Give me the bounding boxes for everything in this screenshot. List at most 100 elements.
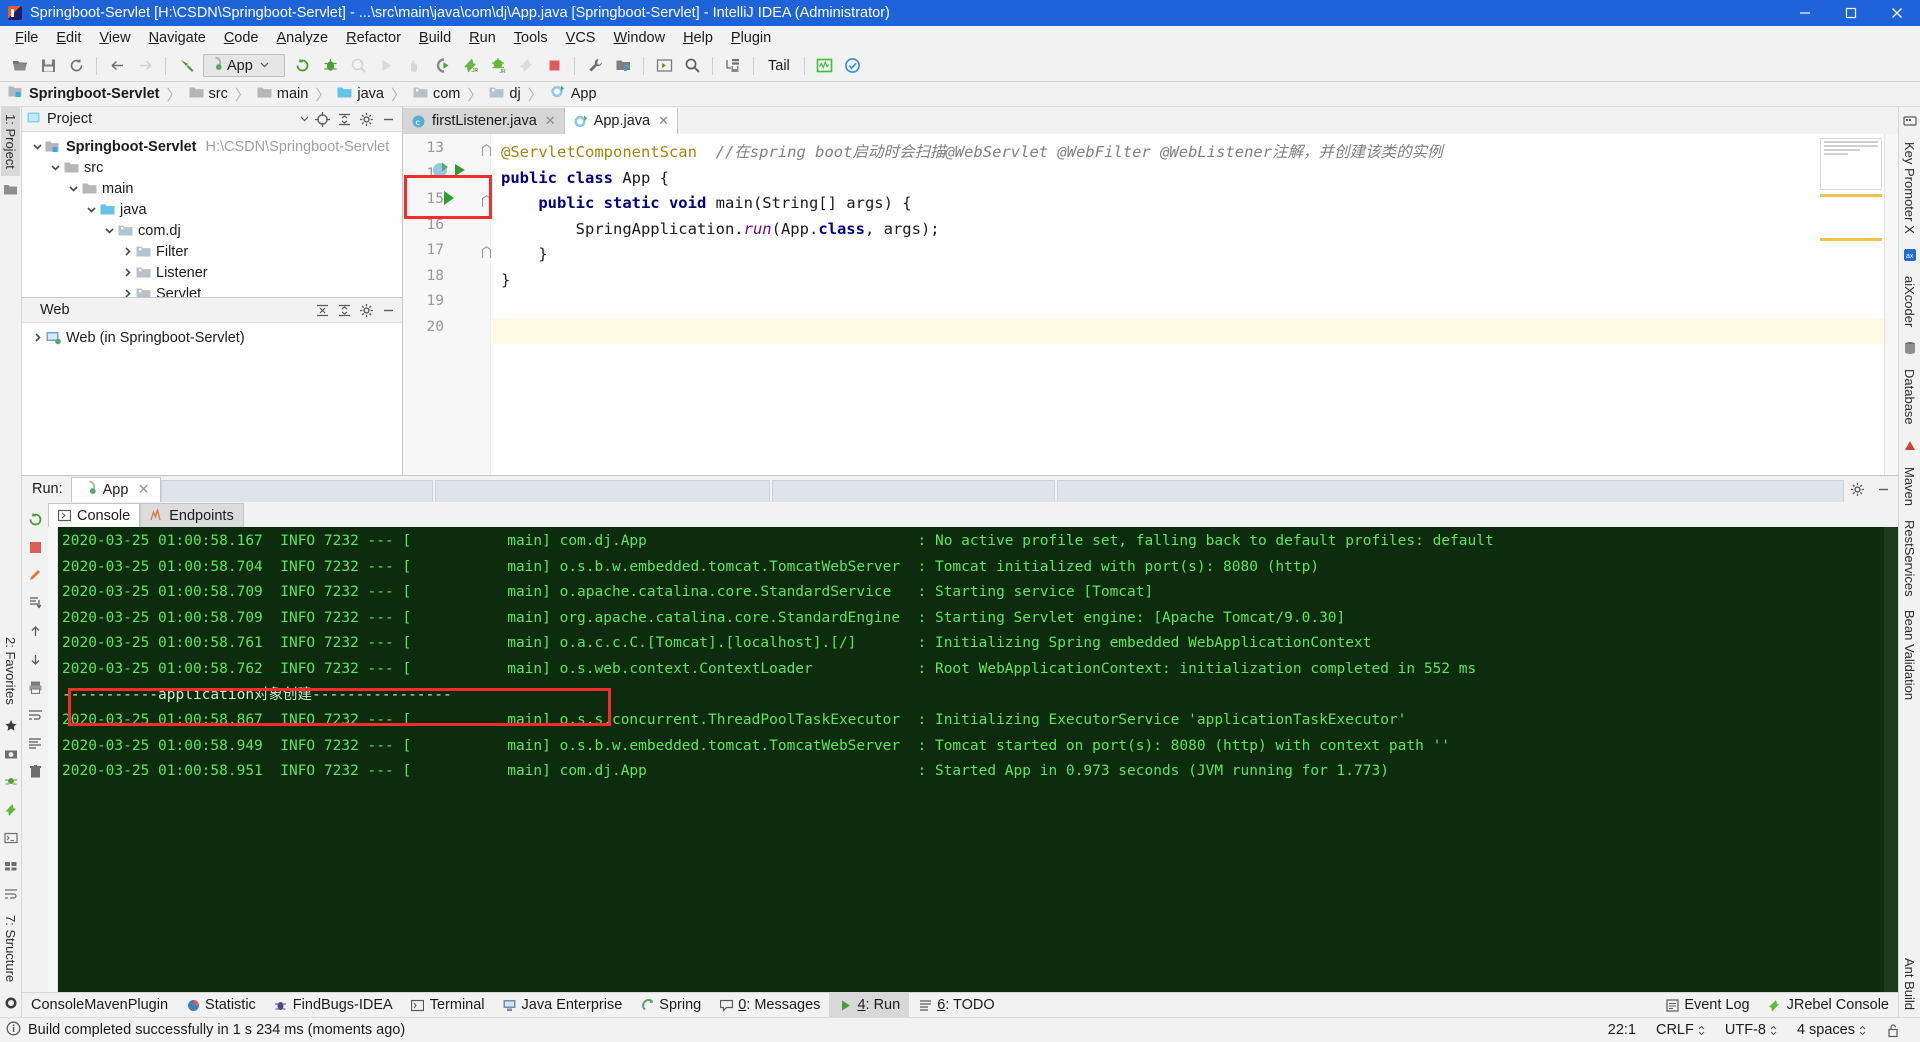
camera-icon[interactable] (2, 745, 20, 763)
expand-all-icon[interactable] (312, 300, 332, 320)
down-arrow-icon[interactable] (25, 649, 45, 669)
bottom-bar-6-todo[interactable]: 6: TODO (909, 993, 1004, 1017)
hide-icon[interactable] (1872, 478, 1894, 500)
monitor-icon[interactable] (812, 54, 838, 78)
bottom-bar-java-enterprise[interactable]: Java Enterprise (494, 993, 632, 1017)
chevron-down-icon[interactable] (84, 203, 98, 217)
project-tree[interactable]: Springboot-Servlet H:\CSDN\Springboot-Ser… (22, 132, 402, 297)
sidebar-item-maven[interactable]: Maven (1900, 460, 1919, 513)
project-tree-node[interactable]: java (22, 199, 402, 220)
project-tree-node[interactable]: Listener (22, 262, 402, 283)
settings-gear-icon[interactable] (356, 109, 376, 129)
sidebar-item-structure[interactable]: 7: Structure (1, 908, 20, 989)
chevron-down-icon[interactable] (259, 57, 270, 74)
chevron-right-icon[interactable] (30, 331, 44, 345)
check-circle-icon[interactable] (840, 54, 866, 78)
chevron-down-icon[interactable] (102, 224, 116, 238)
chevron-right-icon[interactable] (120, 266, 134, 280)
breadcrumb-item-src[interactable]: src (189, 86, 228, 103)
bottom-bar-findbugs-idea[interactable]: FindBugs-IDEA (265, 993, 402, 1017)
gutter-run-class-icon[interactable] (429, 160, 475, 184)
menu-item-refactor[interactable]: Refactor (337, 28, 410, 48)
build-hammer-icon[interactable] (173, 54, 199, 78)
project-tree-node[interactable]: com.dj (22, 220, 402, 241)
database-icon[interactable] (720, 54, 746, 78)
ant-icon[interactable] (2, 773, 20, 791)
breadcrumb-item-app[interactable]: App (550, 84, 597, 104)
console-icon[interactable] (651, 54, 677, 78)
menu-item-help[interactable]: Help (674, 28, 722, 48)
run-subtab-console[interactable]: Console (48, 503, 141, 527)
chevron-down-icon[interactable] (48, 161, 62, 175)
project-rail-icon[interactable] (2, 181, 20, 199)
profile-icon[interactable] (429, 54, 455, 78)
key-promoter-icon[interactable] (1901, 112, 1919, 130)
collapse-all-icon[interactable] (334, 109, 354, 129)
settings-gear-icon[interactable] (356, 300, 376, 320)
menu-item-file[interactable]: File (6, 28, 47, 48)
close-icon[interactable]: ✕ (658, 113, 669, 129)
project-tree-node[interactable]: Servlet (22, 283, 402, 297)
breadcrumb-item-com[interactable]: com (413, 86, 460, 103)
bottom-bar-spring[interactable]: Spring (631, 993, 710, 1017)
chevron-down-icon[interactable] (66, 182, 80, 196)
tail-label[interactable]: Tail (760, 58, 798, 74)
breadcrumb-item-main[interactable]: main (257, 86, 308, 103)
trash-icon[interactable] (25, 761, 45, 781)
project-tree-node[interactable]: main (22, 178, 402, 199)
menu-item-run[interactable]: Run (460, 28, 505, 48)
sync-refresh-icon[interactable] (63, 54, 89, 78)
run-subtab-endpoints[interactable]: Endpoints (140, 503, 244, 527)
settings-wrench-icon[interactable] (582, 54, 608, 78)
save-all-icon[interactable] (35, 54, 61, 78)
grid-icon[interactable] (2, 857, 20, 875)
clear-all-icon[interactable] (25, 733, 45, 753)
back-arrow-icon[interactable] (104, 54, 130, 78)
menu-item-edit[interactable]: Edit (47, 28, 90, 48)
line-separator[interactable]: CRLF (1646, 1022, 1715, 1038)
bottom-bar-0-messages[interactable]: 0: Messages (710, 993, 829, 1017)
sidebar-item-favorites[interactable]: 2: Favorites (1, 630, 20, 712)
console-output[interactable]: 2020-03-25 01:00:58.167 INFO 7232 --- [ … (58, 527, 1884, 992)
debug-bug-icon[interactable] (317, 54, 343, 78)
chevron-down-icon[interactable] (30, 140, 44, 154)
minimize-button[interactable] (1782, 0, 1828, 26)
chevron-right-icon[interactable] (120, 287, 134, 297)
rerun-icon[interactable] (25, 509, 45, 529)
gutter-run-method-icon[interactable] (439, 188, 459, 212)
stop-icon[interactable] (25, 537, 45, 557)
sidebar-item-aixcoder[interactable]: aiXcoder (1900, 269, 1919, 334)
soft-wrap-icon[interactable] (25, 705, 45, 725)
run-tab-app[interactable]: App ✕ (70, 476, 161, 502)
menu-item-plugin[interactable]: Plugin (722, 28, 780, 48)
breadcrumb-item-springboot-servlet[interactable]: Springboot-Servlet (8, 85, 160, 103)
code-content[interactable]: @ServletComponentScan //在spring boot启动时会… (491, 134, 1898, 475)
sidebar-item-database[interactable]: Database (1900, 362, 1919, 432)
wrap-icon[interactable] (2, 885, 20, 903)
run-configuration-selector[interactable]: App (203, 54, 285, 77)
sidebar-item-restservices[interactable]: RestServices (1900, 513, 1919, 604)
up-arrow-icon[interactable] (25, 621, 45, 641)
chevron-right-icon[interactable] (120, 245, 134, 259)
indent-setting[interactable]: 4 spaces (1787, 1022, 1876, 1038)
file-encoding[interactable]: UTF-8 (1715, 1022, 1787, 1038)
menu-item-window[interactable]: Window (604, 28, 674, 48)
sidebar-item-project[interactable]: 1: Project (1, 107, 20, 176)
locate-icon[interactable] (312, 109, 332, 129)
caret-position[interactable]: 22:1 (1598, 1022, 1646, 1038)
maximize-button[interactable] (1828, 0, 1874, 26)
close-icon[interactable]: ✕ (545, 113, 556, 129)
console-scrollbar[interactable] (1884, 527, 1898, 992)
sidebar-item-bean-validation[interactable]: Bean Validation (1900, 603, 1919, 707)
bottom-bar-statistic[interactable]: Statistic (177, 993, 265, 1017)
sidebar-item-ant-build[interactable]: Ant Build (1900, 951, 1919, 1017)
search-icon[interactable] (679, 54, 705, 78)
globe-icon[interactable] (2, 994, 20, 1012)
web-tree-node[interactable]: Web (in Springboot-Servlet) (22, 327, 402, 348)
project-tree-node[interactable]: src (22, 157, 402, 178)
jrebel-debug-icon[interactable]: JR (485, 54, 511, 78)
menu-item-vcs[interactable]: VCS (557, 28, 605, 48)
project-tree-node[interactable]: Filter (22, 241, 402, 262)
editor-gutter[interactable]: 1314151617181920 (403, 134, 492, 475)
menu-item-analyze[interactable]: Analyze (268, 28, 338, 48)
